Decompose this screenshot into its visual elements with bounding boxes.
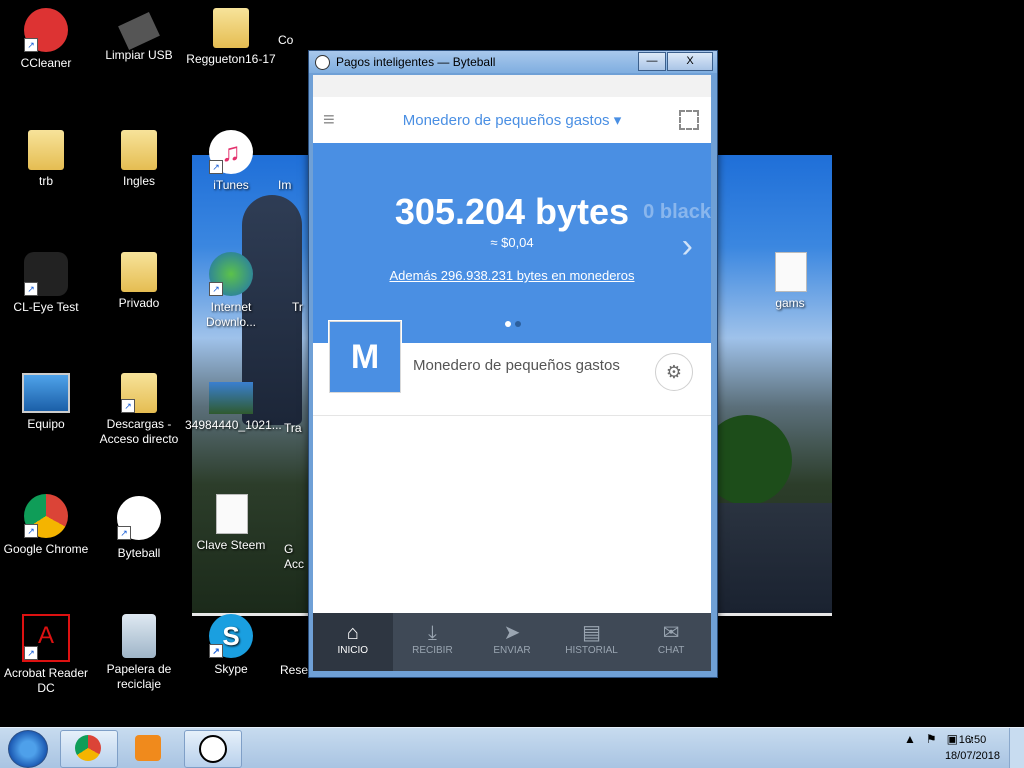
app-header: ≡ Monedero de pequeños gastos ▾	[313, 97, 711, 143]
send-icon: ➤	[503, 622, 521, 644]
desktop-icon-trb[interactable]: trb	[0, 130, 92, 189]
wallet-row[interactable]: M Monedero de pequeños gastos ⚙	[313, 321, 711, 416]
gear-icon[interactable]: ⚙	[655, 353, 693, 391]
desktop-icon-tra[interactable]: Tra	[284, 421, 308, 436]
desktop-icon-co[interactable]: Co	[278, 33, 318, 48]
hamburger-menu-icon[interactable]: ≡	[323, 110, 335, 130]
desktop-icon-resen[interactable]: Resen	[280, 663, 315, 678]
taskbar-media-player[interactable]	[122, 730, 174, 768]
desktop-icon-chrome[interactable]: ↗ Google Chrome	[0, 494, 92, 557]
home-icon: ⌂	[346, 622, 359, 644]
balance-fiat: ≈ $0,04	[490, 235, 534, 250]
folder-icon	[121, 130, 157, 170]
show-hidden-icons[interactable]: ▲	[904, 732, 916, 746]
byteball-icon: ↗	[115, 494, 163, 542]
byteball-icon	[199, 735, 227, 763]
tab-label: RECIBIR	[412, 645, 453, 656]
desktop-icon-im[interactable]: Im	[278, 178, 308, 193]
app-icon	[315, 54, 330, 70]
acrobat-icon: A ↗	[22, 614, 70, 662]
chat-icon: ✉	[662, 622, 680, 644]
bottom-tab-bar: ⌂ INICIO ⤓ RECIBIR ➤ ENVIAR ▤ HISTORIAL …	[313, 613, 711, 671]
image-thumbnail-icon	[209, 382, 253, 414]
chrome-icon: ↗	[24, 494, 68, 538]
window-titlebar[interactable]: Pagos inteligentes — Byteball — X	[309, 51, 717, 73]
clock[interactable]: 16:50 18/07/2018	[945, 732, 1000, 764]
desktop-icon-byteball[interactable]: ↗ Byteball	[93, 494, 185, 561]
window-title: Pagos inteligentes — Byteball	[336, 55, 496, 69]
tab-enviar[interactable]: ➤ ENVIAR	[472, 613, 552, 671]
history-icon: ▤	[582, 622, 602, 644]
desktop-icon-acrobat[interactable]: A ↗ Acrobat Reader DC	[0, 614, 92, 696]
desktop-icon-skype[interactable]: S ↗ Skype	[185, 614, 277, 677]
desktop-icon-internet-download[interactable]: ↗ Internet Downlo...	[185, 252, 277, 330]
folder-icon	[121, 252, 157, 292]
clock-time: 16:50	[958, 734, 987, 746]
desktop-icon-cl-eye[interactable]: ↗ CL-Eye Test	[0, 252, 92, 315]
globe-icon: ↗	[209, 252, 253, 296]
ccleaner-icon: ↗	[24, 8, 68, 52]
minimize-button[interactable]: —	[638, 52, 666, 71]
next-asset-peek: 0 black	[643, 201, 711, 223]
taskbar-byteball[interactable]	[184, 730, 242, 768]
wallet-avatar: M	[329, 321, 401, 393]
tab-label: INICIO	[337, 645, 369, 656]
text-file-icon	[775, 252, 807, 292]
tab-chat[interactable]: ✉ CHAT	[631, 613, 711, 671]
itunes-icon: ♫ ↗	[209, 130, 253, 174]
desktop-icon-gams[interactable]: gams	[744, 252, 836, 311]
desktop-icon-itunes[interactable]: ♫ ↗ iTunes	[185, 130, 277, 193]
wallet-selector[interactable]: Monedero de pequeños gastos ▾	[403, 111, 622, 129]
pager-dot[interactable]	[515, 321, 521, 327]
scan-qr-icon[interactable]	[679, 110, 699, 130]
clock-date: 18/07/2018	[944, 750, 1000, 762]
desktop-icon-reggueton[interactable]: Reggueton16-17	[185, 8, 277, 67]
recycle-bin-icon	[122, 614, 156, 658]
folder-icon	[28, 130, 64, 170]
taskbar: ▲ ⚑ ▣ ♪ 16:50 18/07/2018	[0, 727, 1024, 768]
receive-icon: ⤓	[427, 622, 437, 644]
tab-label: HISTORIAL	[565, 645, 618, 656]
wallet-name: Monedero de pequeños gastos	[413, 357, 620, 374]
taskbar-chrome[interactable]	[60, 730, 118, 768]
tab-historial[interactable]: ▤ HISTORIAL	[552, 613, 632, 671]
byteball-window[interactable]: Pagos inteligentes — Byteball — X ≡ Mone…	[308, 50, 718, 678]
download-folder-icon: ↗	[121, 373, 157, 413]
desktop-icon-ccleaner[interactable]: ↗ CCleaner	[0, 8, 92, 71]
flag-icon[interactable]: ⚑	[926, 732, 937, 746]
tab-label: ENVIAR	[493, 645, 531, 656]
desktop-icon-image-file[interactable]: 34984440_1021...	[185, 382, 282, 433]
text-file-icon	[216, 494, 248, 534]
chevron-right-icon[interactable]: ›	[682, 227, 693, 266]
tab-inicio[interactable]: ⌂ INICIO	[313, 613, 393, 671]
show-desktop-button[interactable]	[1009, 728, 1024, 768]
desktop-icon-papelera[interactable]: Papelera de reciclaje	[93, 614, 185, 692]
desktop-icon-clave-steem[interactable]: Clave Steem	[185, 494, 277, 553]
usb-icon	[118, 12, 160, 50]
desktop-icon-descargas[interactable]: ↗ Descargas - Acceso directo	[93, 373, 185, 447]
balance-panel: 305.204 bytes ≈ $0,04 Además 296.938.231…	[313, 143, 711, 343]
pager-dots	[503, 321, 523, 327]
folder-icon	[213, 8, 249, 48]
camera-icon: ↗	[24, 252, 68, 296]
tab-label: CHAT	[657, 645, 685, 656]
app-client-area: ≡ Monedero de pequeños gastos ▾ 305.204 …	[313, 75, 711, 671]
chrome-icon	[75, 735, 101, 761]
computer-icon	[22, 373, 70, 413]
desktop-icon-privado[interactable]: Privado	[93, 252, 185, 311]
skype-icon: S ↗	[209, 614, 253, 658]
start-button[interactable]	[8, 730, 48, 768]
other-wallets-link[interactable]: Además 296.938.231 bytes en monederos	[389, 268, 634, 283]
desktop-icon-g-acc[interactable]: G Acc	[284, 542, 308, 572]
close-button[interactable]: X	[667, 52, 713, 71]
media-player-icon	[135, 735, 161, 761]
desktop-icon-limpiar-usb[interactable]: Limpiar USB	[93, 8, 185, 63]
desktop-icon-equipo[interactable]: Equipo	[0, 373, 92, 432]
wallpaper-road	[712, 503, 832, 613]
tab-recibir[interactable]: ⤓ RECIBIR	[393, 613, 473, 671]
app-top-strip	[313, 75, 711, 97]
desktop-icon-ingles[interactable]: Ingles	[93, 130, 185, 189]
pager-dot-active[interactable]	[505, 321, 511, 327]
desktop-icon-tr[interactable]: Tr	[292, 300, 308, 315]
